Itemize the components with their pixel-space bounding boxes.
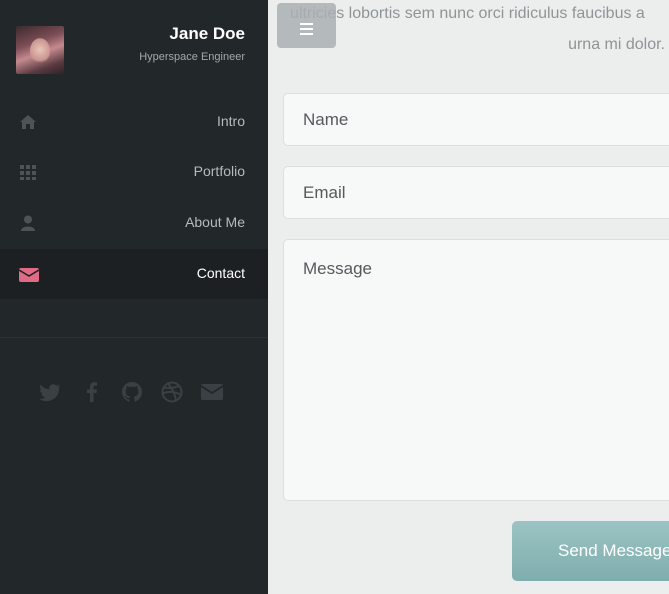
profile-role: Hyperspace Engineer	[139, 51, 245, 63]
message-field[interactable]: Message	[283, 239, 669, 501]
name-field[interactable]: Name	[283, 93, 669, 146]
send-message-button[interactable]: Send Message	[512, 521, 669, 581]
home-icon	[19, 113, 37, 131]
profile-header: Jane Doe Hyperspace Engineer	[0, 0, 268, 97]
nav-item-contact[interactable]: Contact	[0, 249, 268, 299]
nav-label-about: About Me	[185, 214, 245, 230]
nav-item-portfolio[interactable]: Portfolio	[0, 147, 268, 197]
twitter-icon[interactable]	[38, 380, 62, 404]
menu-toggle-button[interactable]	[277, 3, 336, 48]
nav-label-intro: Intro	[216, 113, 245, 129]
facebook-icon[interactable]	[80, 380, 104, 404]
github-icon[interactable]	[120, 380, 144, 404]
envelope-icon	[18, 265, 40, 283]
intro-line-2: urna mi dolor.	[568, 36, 665, 53]
nav-item-intro[interactable]: Intro	[0, 97, 268, 147]
envelope-icon[interactable]	[200, 380, 224, 404]
sidebar-divider	[0, 337, 268, 338]
grid-icon	[19, 163, 37, 181]
intro-paragraph: ultricies lobortis sem nunc orci ridicul…	[290, 0, 669, 60]
social-links	[36, 380, 236, 406]
nav-label-contact: Contact	[196, 265, 245, 281]
nav-label-portfolio: Portfolio	[193, 163, 245, 179]
email-field[interactable]: Email	[283, 166, 669, 219]
intro-line-1: ultricies lobortis sem nunc orci ridicul…	[290, 5, 645, 22]
user-icon	[19, 214, 37, 232]
sidebar: Jane Doe Hyperspace Engineer Intro Portf…	[0, 0, 268, 594]
profile-name: Jane Doe	[169, 24, 245, 43]
dribbble-icon[interactable]	[160, 380, 184, 404]
avatar	[16, 26, 64, 74]
main-content: ultricies lobortis sem nunc orci ridicul…	[268, 0, 669, 594]
hamburger-icon	[300, 22, 313, 35]
nav-item-about[interactable]: About Me	[0, 198, 268, 248]
